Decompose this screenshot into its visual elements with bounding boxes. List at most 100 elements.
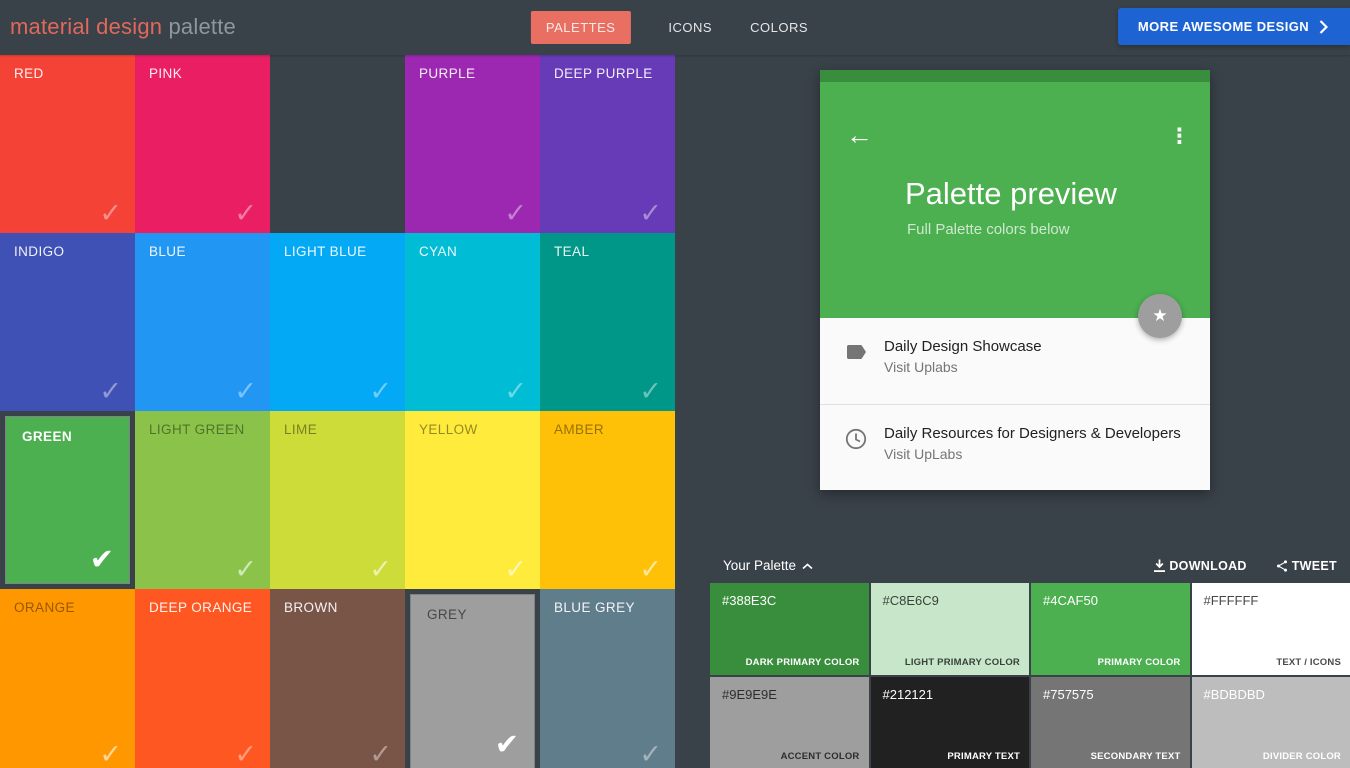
card-body: Daily Design Showcase Visit Uplabs Daily… <box>820 318 1210 490</box>
tile-label: TEAL <box>554 244 589 259</box>
check-icon: ✓ <box>639 200 662 227</box>
swatch-accent-color[interactable]: #9E9E9E ACCENT COLOR <box>710 677 869 768</box>
card-statusbar <box>820 70 1210 82</box>
palette-grid: RED✓PINK✓ PURPLE ✓ DEEP PURPLE ✓ INDIGO✓BLUE✓… <box>0 55 675 768</box>
swatch-primary-color[interactable]: #4CAF50 PRIMARY COLOR <box>1031 583 1190 675</box>
palette-tile-empty <box>270 55 405 233</box>
palette-tile-green[interactable]: GREEN✔ <box>0 411 135 589</box>
palette-tile-deep-orange[interactable]: DEEP ORANGE ✓ <box>135 589 270 768</box>
kebab-menu-icon[interactable]: ⋮ <box>1169 126 1190 147</box>
swatch-role-label: DARK PRIMARY COLOR <box>746 657 860 668</box>
download-label: DOWNLOAD <box>1169 559 1246 573</box>
star-icon: ★ <box>1152 306 1167 326</box>
check-icon: ✓ <box>639 741 662 768</box>
card-subtitle: Full Palette colors below <box>907 221 1070 238</box>
tile-label: BLUE GREY <box>554 600 635 615</box>
swatch-role-label: ACCENT COLOR <box>781 751 860 762</box>
palette-tile-teal[interactable]: TEAL ✓ <box>540 233 675 411</box>
palette-preview-card: ← ⋮ Palette preview Full Palette colors … <box>820 70 1210 490</box>
palette-tile-cyan[interactable]: CYAN ✓ <box>405 233 540 411</box>
label-tag-icon <box>844 340 868 364</box>
nav-tab-icons[interactable]: ICONS <box>668 20 712 35</box>
check-icon: ✓ <box>504 200 527 227</box>
nav-tab-colors[interactable]: COLORS <box>750 20 808 35</box>
tile-label: LIGHT GREEN <box>149 422 245 437</box>
swatch-role-label: SECONDARY TEXT <box>1091 751 1181 762</box>
share-icon <box>1275 559 1289 573</box>
top-bar: material design palette PALETTES ICONS C… <box>0 0 1350 55</box>
chevron-up-icon[interactable] <box>802 563 813 570</box>
tweet-button[interactable]: TWEET <box>1275 559 1337 573</box>
check-icon: ✓ <box>234 741 257 768</box>
your-palette-title: Your Palette <box>723 558 796 573</box>
card-header: ← ⋮ Palette preview Full Palette colors … <box>820 82 1210 318</box>
palette-tile-amber[interactable]: AMBER ✓ <box>540 411 675 589</box>
tile-label: CYAN <box>419 244 457 259</box>
list-item-subtitle: Visit Uplabs <box>884 355 1042 375</box>
palette-tile-pink[interactable]: PINK✓ <box>135 55 270 233</box>
tile-label: LIME <box>284 422 317 437</box>
swatch-light-primary-color[interactable]: #C8E6C9LIGHT PRIMARY COLOR <box>871 583 1030 675</box>
tile-label: BROWN <box>284 600 338 615</box>
palette-tile-brown[interactable]: BROWN✓ <box>270 589 405 768</box>
tile-label: GREY <box>427 607 467 622</box>
download-button[interactable]: DOWNLOAD <box>1153 559 1246 573</box>
palette-tile-blue-grey[interactable]: BLUE GREY ✓ <box>540 589 675 768</box>
clock-icon <box>844 427 868 451</box>
check-icon: ✓ <box>639 556 662 583</box>
check-icon: ✓ <box>504 378 527 405</box>
swatch-hex: #4CAF50 <box>1043 593 1098 608</box>
tweet-label: TWEET <box>1292 559 1337 573</box>
tile-label: DEEP PURPLE <box>554 66 653 81</box>
tile-label: AMBER <box>554 422 604 437</box>
palette-tile-deep-purple[interactable]: DEEP PURPLE ✓ <box>540 55 675 233</box>
swatch-role-label: PRIMARY COLOR <box>1098 657 1181 668</box>
site-title: material design palette <box>10 14 236 40</box>
swatch-secondary-text[interactable]: #757575 SECONDARY TEXT <box>1031 677 1190 768</box>
swatch-hex: #388E3C <box>722 593 776 608</box>
palette-tile-purple[interactable]: PURPLE ✓ <box>405 55 540 233</box>
check-icon: ✓ <box>99 200 122 227</box>
swatch-text-icons[interactable]: #FFFFFFTEXT / ICONS <box>1192 583 1350 675</box>
palette-tile-light-blue[interactable]: LIGHT BLUE✓ <box>270 233 405 411</box>
check-icon: ✓ <box>234 556 257 583</box>
swatch-hex: #FFFFFF <box>1204 593 1259 608</box>
tile-label: PURPLE <box>419 66 475 81</box>
list-item-text: Daily Resources for Designers & Develope… <box>884 420 1181 492</box>
your-palette-swatches: #388E3C DARK PRIMARY COLOR #C8E6C9LIGHT PR… <box>710 583 1350 768</box>
list-item-daily-resources[interactable]: Daily Resources for Designers & Develope… <box>820 405 1210 492</box>
main-nav: PALETTES ICONS COLORS <box>531 0 808 55</box>
palette-tile-red[interactable]: RED✓ <box>0 55 135 233</box>
swatch-dark-primary-color[interactable]: #388E3C DARK PRIMARY COLOR <box>710 583 869 675</box>
palette-tile-blue[interactable]: BLUE✓ <box>135 233 270 411</box>
tile-label: GREEN <box>22 429 72 444</box>
palette-tile-lime[interactable]: LIME✓ <box>270 411 405 589</box>
list-item-subtitle: Visit UpLabs <box>884 442 1181 462</box>
swatch-hex: #BDBDBD <box>1204 687 1265 702</box>
swatch-hex: #C8E6C9 <box>883 593 939 608</box>
list-item-title: Daily Design Showcase <box>884 333 1042 355</box>
check-icon: ✓ <box>234 200 257 227</box>
site-title-secondary: palette <box>162 14 236 39</box>
swatch-hex: #9E9E9E <box>722 687 777 702</box>
nav-tab-palettes[interactable]: PALETTES <box>531 11 631 44</box>
palette-tile-indigo[interactable]: INDIGO✓ <box>0 233 135 411</box>
swatch-divider-color[interactable]: #BDBDBDDIVIDER COLOR <box>1192 677 1350 768</box>
back-arrow-icon[interactable]: ← <box>846 122 873 149</box>
list-item-title: Daily Resources for Designers & Develope… <box>884 420 1181 442</box>
palette-tile-grey[interactable]: GREY✔ <box>405 589 540 768</box>
star-fab-button[interactable]: ★ <box>1138 294 1182 338</box>
swatch-role-label: PRIMARY TEXT <box>947 751 1020 762</box>
tile-label: ORANGE <box>14 600 75 615</box>
more-awesome-design-button[interactable]: MORE AWESOME DESIGN <box>1118 8 1350 45</box>
your-palette-bar: Your Palette DOWNLOAD TWEET <box>710 548 1350 583</box>
tile-label: DEEP ORANGE <box>149 600 252 615</box>
check-icon: ✓ <box>639 378 662 405</box>
swatch-hex: #757575 <box>1043 687 1094 702</box>
swatch-primary-text[interactable]: #212121PRIMARY TEXT <box>871 677 1030 768</box>
palette-tile-light-green[interactable]: LIGHT GREEN ✓ <box>135 411 270 589</box>
palette-tile-orange[interactable]: ORANGE✓ <box>0 589 135 768</box>
chevron-right-icon <box>1319 20 1328 34</box>
download-icon <box>1153 559 1166 573</box>
palette-tile-yellow[interactable]: YELLOW✓ <box>405 411 540 589</box>
